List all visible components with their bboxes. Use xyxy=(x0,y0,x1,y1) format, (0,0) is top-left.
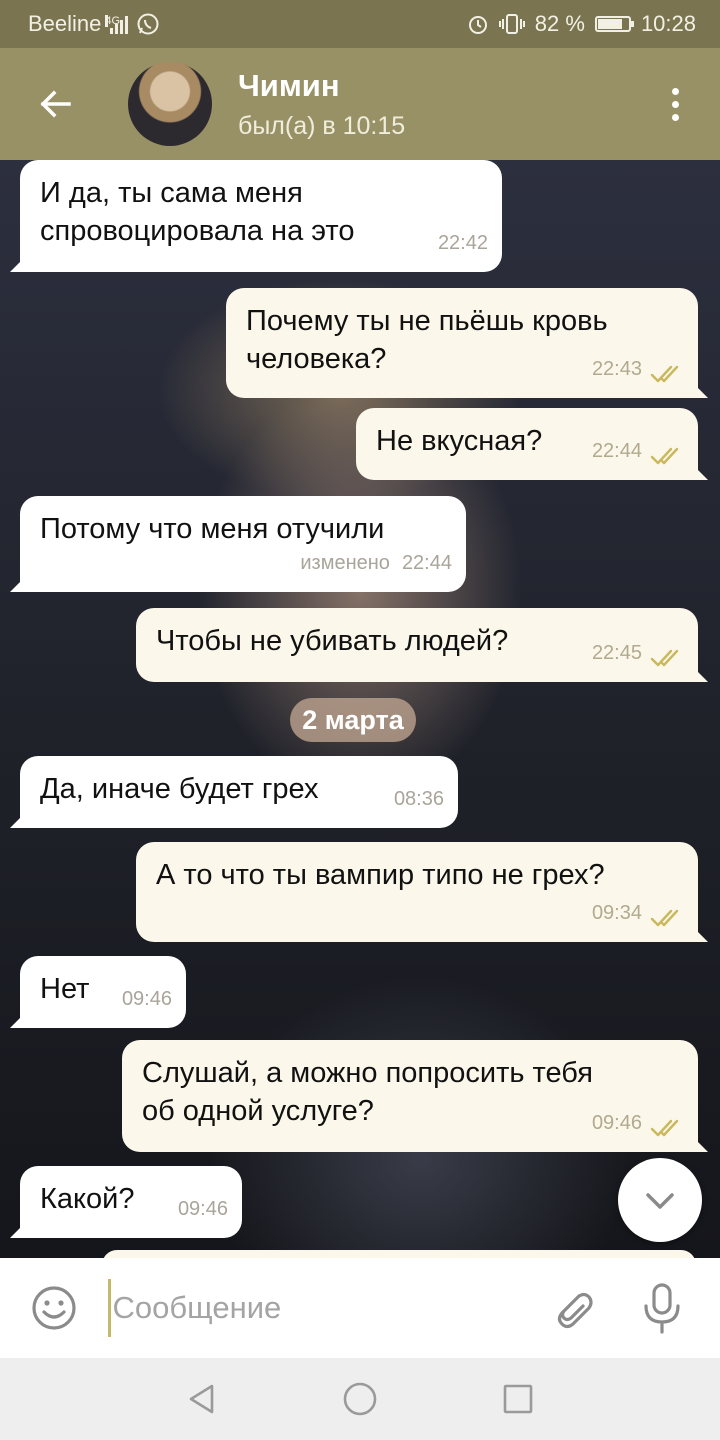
status-bar: Beeline 4G 82 % 10:28 xyxy=(0,0,720,48)
chevron-down-icon xyxy=(646,1193,674,1209)
clock: 10:28 xyxy=(640,11,696,36)
nav-back-button[interactable] xyxy=(175,1372,229,1426)
chat-title[interactable]: Чимин был(а) в 10:15 xyxy=(238,68,405,141)
message-bubble[interactable]: Почему ты не пьёшь кровь человека? 22:43 xyxy=(226,288,708,398)
battery-icon xyxy=(594,16,634,32)
last-seen-status: был(а) в 10:15 xyxy=(238,111,406,140)
alarm-icon xyxy=(468,16,487,34)
back-button[interactable] xyxy=(0,48,110,160)
scroll-down-button[interactable] xyxy=(618,1158,702,1242)
double-check-icon xyxy=(650,903,684,927)
edited-label: изменено xyxy=(300,552,390,574)
battery-percent: 82 % xyxy=(534,11,585,36)
smiley-icon xyxy=(32,1286,76,1330)
message-bubble[interactable]: Не вкусная? 22:44 xyxy=(356,408,708,480)
message-time: 22:44 xyxy=(401,552,452,574)
chat-header: Чимин был(а) в 10:15 xyxy=(0,48,720,160)
message-time: 09:46 xyxy=(591,1112,642,1134)
message-meta: 09:46 xyxy=(122,980,172,1018)
message-text: Да, иначе будет грех xyxy=(40,773,319,805)
message-time: 09:34 xyxy=(591,902,642,924)
message-meta: 09:46 xyxy=(178,1190,228,1228)
double-check-icon xyxy=(650,441,684,465)
message-meta: 22:45 xyxy=(592,634,684,672)
vibrate-icon xyxy=(498,14,525,34)
message-meta: 09:46 xyxy=(592,1104,684,1142)
contact-name: Чимин xyxy=(238,67,340,103)
message-text: А то что ты вампир типо не грех? xyxy=(156,859,605,891)
network-type: 4G xyxy=(105,15,121,27)
message-bubble[interactable]: И да, ты сама меня спровоцировала на это… xyxy=(10,160,502,272)
message-text: И да, ты сама меня спровоцировала на это xyxy=(40,177,355,247)
more-vertical-icon xyxy=(671,87,679,95)
square-recents-icon xyxy=(503,1384,533,1414)
paperclip-icon xyxy=(557,1292,593,1329)
double-check-icon xyxy=(650,643,684,667)
attach-button[interactable] xyxy=(533,1258,613,1358)
message-meta: 22:43 xyxy=(592,350,684,388)
message-bubble[interactable]: Слушай, а можно попросить тебя об одной … xyxy=(122,1040,708,1152)
message-bubble[interactable]: Потому что меня отучили изменено 22:44 xyxy=(10,496,466,592)
message-bubble[interactable]: Нет 09:46 xyxy=(10,956,186,1028)
microphone-icon xyxy=(644,1283,680,1334)
message-bubble[interactable]: Да, иначе будет грех 08:36 xyxy=(10,756,458,828)
triangle-back-icon xyxy=(189,1384,214,1414)
battery-level xyxy=(597,19,623,29)
nav-recents-button[interactable] xyxy=(491,1372,545,1426)
double-check-icon xyxy=(650,359,684,383)
emoji-button[interactable] xyxy=(0,1258,108,1358)
message-meta: 22:42 xyxy=(438,224,488,262)
message-bubble[interactable]: А то что ты вампир типо не грех? 09:34 xyxy=(136,842,708,942)
message-time: 22:44 xyxy=(591,440,642,462)
signal-icon: 4G xyxy=(105,14,129,34)
message-bubble[interactable]: Какой? 09:46 xyxy=(10,1166,242,1238)
double-check-icon xyxy=(650,1113,684,1137)
message-time: 09:46 xyxy=(177,1198,228,1220)
status-right: 82 % 10:28 xyxy=(467,11,696,37)
message-time: 22:42 xyxy=(437,232,488,254)
message-meta: изменено 22:44 xyxy=(300,544,452,582)
partial-message-bubble[interactable] xyxy=(102,1250,696,1258)
circle-home-icon xyxy=(343,1382,377,1416)
chat-area[interactable]: И да, ты сама меня спровоцировала на это… xyxy=(0,160,720,1258)
system-nav-bar xyxy=(0,1358,720,1440)
composer-bar xyxy=(0,1258,720,1358)
message-bubble[interactable]: Чтобы не убивать людей? 22:45 xyxy=(136,608,708,682)
message-meta: 08:36 xyxy=(394,780,444,818)
message-time: 08:36 xyxy=(393,788,444,810)
message-time: 09:46 xyxy=(121,988,172,1010)
nav-home-button[interactable] xyxy=(333,1372,387,1426)
date-separator: 2 марта xyxy=(290,698,416,742)
microphone-button[interactable] xyxy=(612,1258,712,1358)
message-meta: 22:44 xyxy=(592,432,684,470)
message-input[interactable] xyxy=(107,1279,533,1337)
status-left: Beeline 4G xyxy=(28,11,160,37)
message-text: Потому что меня отучили xyxy=(40,513,385,545)
arrow-left-icon xyxy=(40,90,71,118)
carrier-name: Beeline xyxy=(28,11,102,36)
avatar[interactable] xyxy=(128,62,212,146)
message-meta: 09:34 xyxy=(592,894,684,932)
more-menu-button[interactable] xyxy=(630,48,720,160)
whatsapp-icon xyxy=(137,13,159,35)
message-time: 22:43 xyxy=(591,358,642,380)
message-time: 22:45 xyxy=(591,642,642,664)
